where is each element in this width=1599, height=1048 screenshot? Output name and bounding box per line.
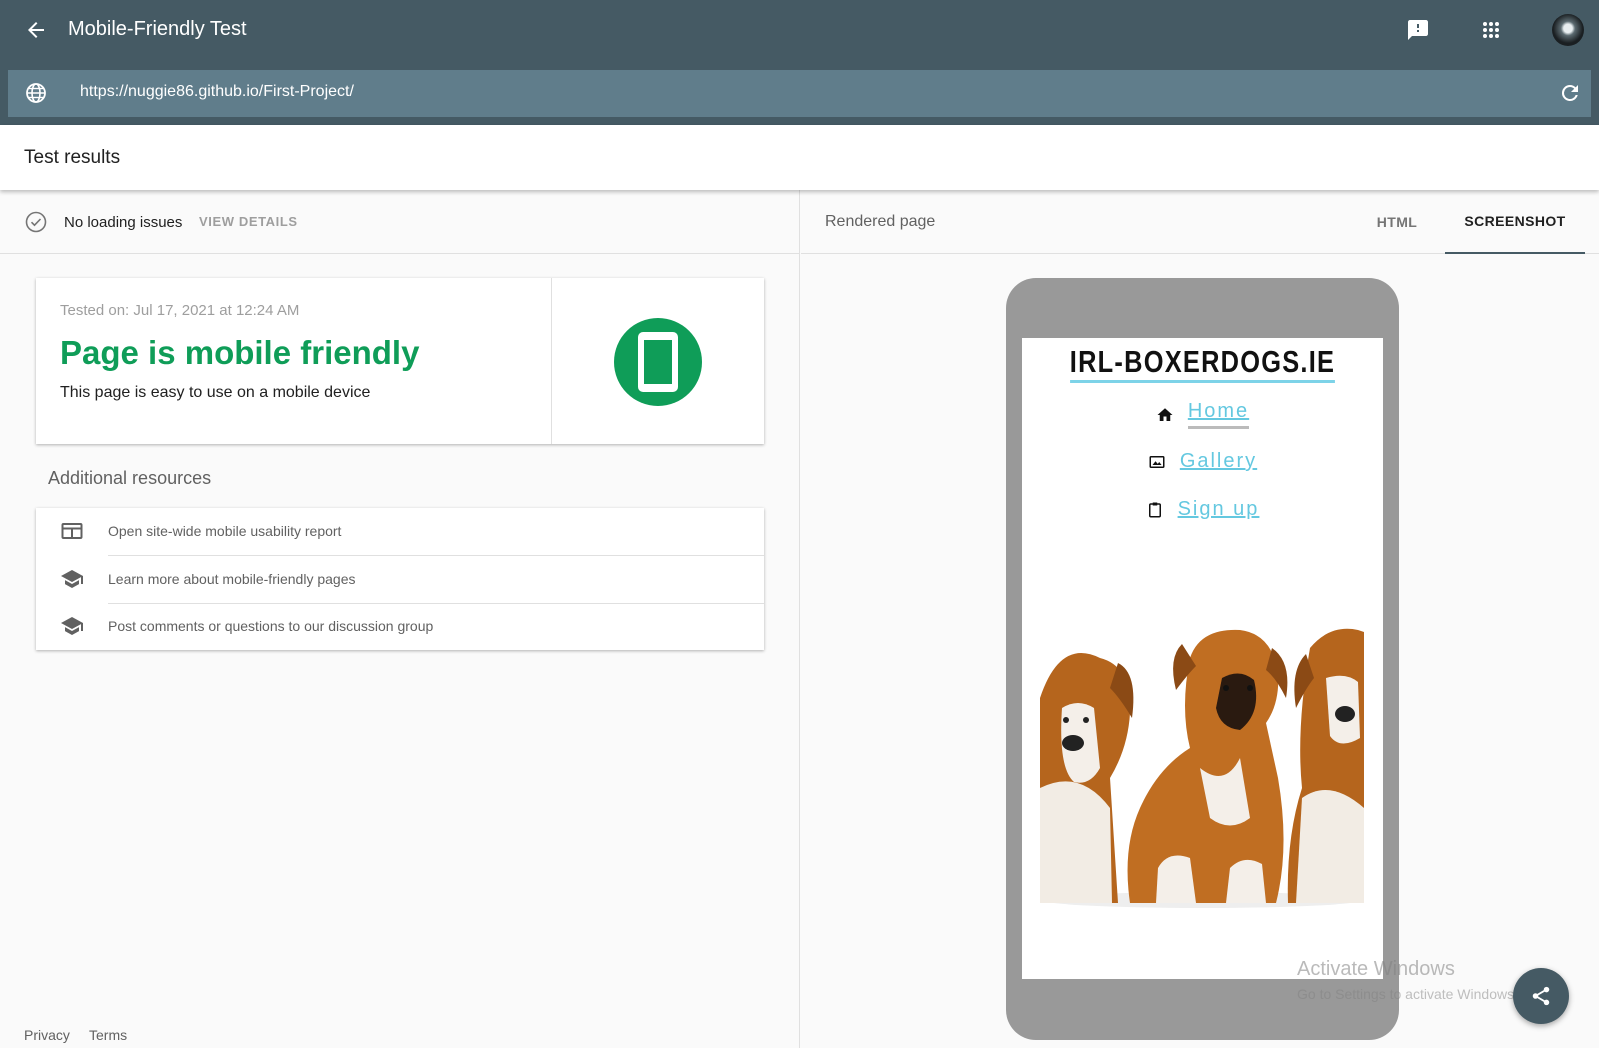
- site-nav-home: Home: [1022, 400, 1383, 429]
- rendered-page-header: Rendered page HTML SCREENSHOT: [801, 190, 1599, 254]
- url-input[interactable]: https://nuggie86.github.io/First-Project…: [80, 83, 354, 101]
- list-item-label: Post comments or questions to our discus…: [108, 618, 434, 634]
- tested-on-timestamp: Tested on: Jul 17, 2021 at 12:24 AM: [60, 302, 300, 319]
- site-nav-signup-link[interactable]: Sign up: [1178, 498, 1260, 521]
- additional-resources-title: Additional resources: [48, 468, 212, 488]
- verdict-heading: Page is mobile friendly: [60, 334, 420, 371]
- activation-watermark-subtitle: Go to Settings to activate Windows.: [1297, 986, 1518, 1002]
- rendered-screenshot: IRL-BOXERDOGS.IE Home Gallery Sign up: [1022, 338, 1383, 979]
- apps-grid-icon[interactable]: [1475, 14, 1507, 46]
- back-arrow-icon[interactable]: [20, 14, 52, 46]
- list-item[interactable]: Learn more about mobile-friendly pages: [36, 556, 764, 603]
- school-icon: [61, 617, 83, 635]
- app-title: Mobile-Friendly Test: [68, 18, 247, 40]
- list-item-label: Learn more about mobile-friendly pages: [108, 571, 356, 587]
- image-icon: [1149, 455, 1165, 468]
- verdict-card: Tested on: Jul 17, 2021 at 12:24 AM Page…: [36, 278, 764, 444]
- page-title: Test results: [24, 147, 121, 168]
- app-bar: Mobile-Friendly Test https://nuggie86.gi…: [0, 0, 1599, 125]
- privacy-link[interactable]: Privacy: [24, 1027, 70, 1043]
- check-circle-icon: [25, 211, 47, 233]
- list-item[interactable]: Open site-wide mobile usability report: [36, 508, 764, 555]
- loading-status-row: No loading issues VIEW DETAILS: [0, 190, 800, 254]
- share-button[interactable]: [1513, 968, 1569, 1024]
- tab-screenshot[interactable]: SCREENSHOT: [1445, 190, 1585, 254]
- clipboard-icon: [1148, 502, 1161, 517]
- site-nav-signup: Sign up: [1022, 498, 1383, 521]
- site-title: IRL-BOXERDOGS.IE: [1054, 344, 1350, 383]
- avatar[interactable]: [1552, 14, 1584, 46]
- results-pane: No loading issues VIEW DETAILS Tested on…: [0, 190, 800, 1048]
- url-bar: https://nuggie86.github.io/First-Project…: [8, 70, 1591, 117]
- site-nav-home-link[interactable]: Home: [1187, 400, 1250, 429]
- terms-link[interactable]: Terms: [89, 1027, 127, 1043]
- resources-list: Open site-wide mobile usability report L…: [36, 508, 764, 650]
- rendered-page-pane: Rendered page HTML SCREENSHOT IRL-BOXERD…: [801, 190, 1599, 1048]
- school-icon: [61, 570, 83, 588]
- phone-frame: IRL-BOXERDOGS.IE Home Gallery Sign up: [1006, 278, 1399, 1040]
- rendered-page-title: Rendered page: [825, 213, 936, 230]
- card-divider: [551, 278, 552, 444]
- share-icon: [1532, 986, 1550, 1006]
- mobile-friendly-icon: [614, 318, 702, 406]
- site-nav-gallery-link[interactable]: Gallery: [1180, 450, 1257, 473]
- boxer-puppies-image: [1040, 618, 1364, 908]
- feedback-icon[interactable]: [1402, 14, 1434, 46]
- home-icon: [1157, 407, 1173, 421]
- tab-html[interactable]: HTML: [1341, 190, 1453, 254]
- loading-status-text: No loading issues: [64, 214, 183, 231]
- results-header: Test results: [0, 125, 1599, 190]
- refresh-icon[interactable]: [1558, 81, 1582, 105]
- activation-watermark-title: Activate Windows: [1297, 958, 1455, 980]
- view-details-button[interactable]: VIEW DETAILS: [199, 214, 298, 229]
- site-nav-gallery: Gallery: [1022, 450, 1383, 473]
- report-icon: [61, 523, 83, 539]
- globe-icon: [26, 83, 46, 103]
- verdict-subtitle: This page is easy to use on a mobile dev…: [60, 384, 371, 401]
- list-item[interactable]: Post comments or questions to our discus…: [36, 603, 764, 650]
- list-item-label: Open site-wide mobile usability report: [108, 523, 342, 539]
